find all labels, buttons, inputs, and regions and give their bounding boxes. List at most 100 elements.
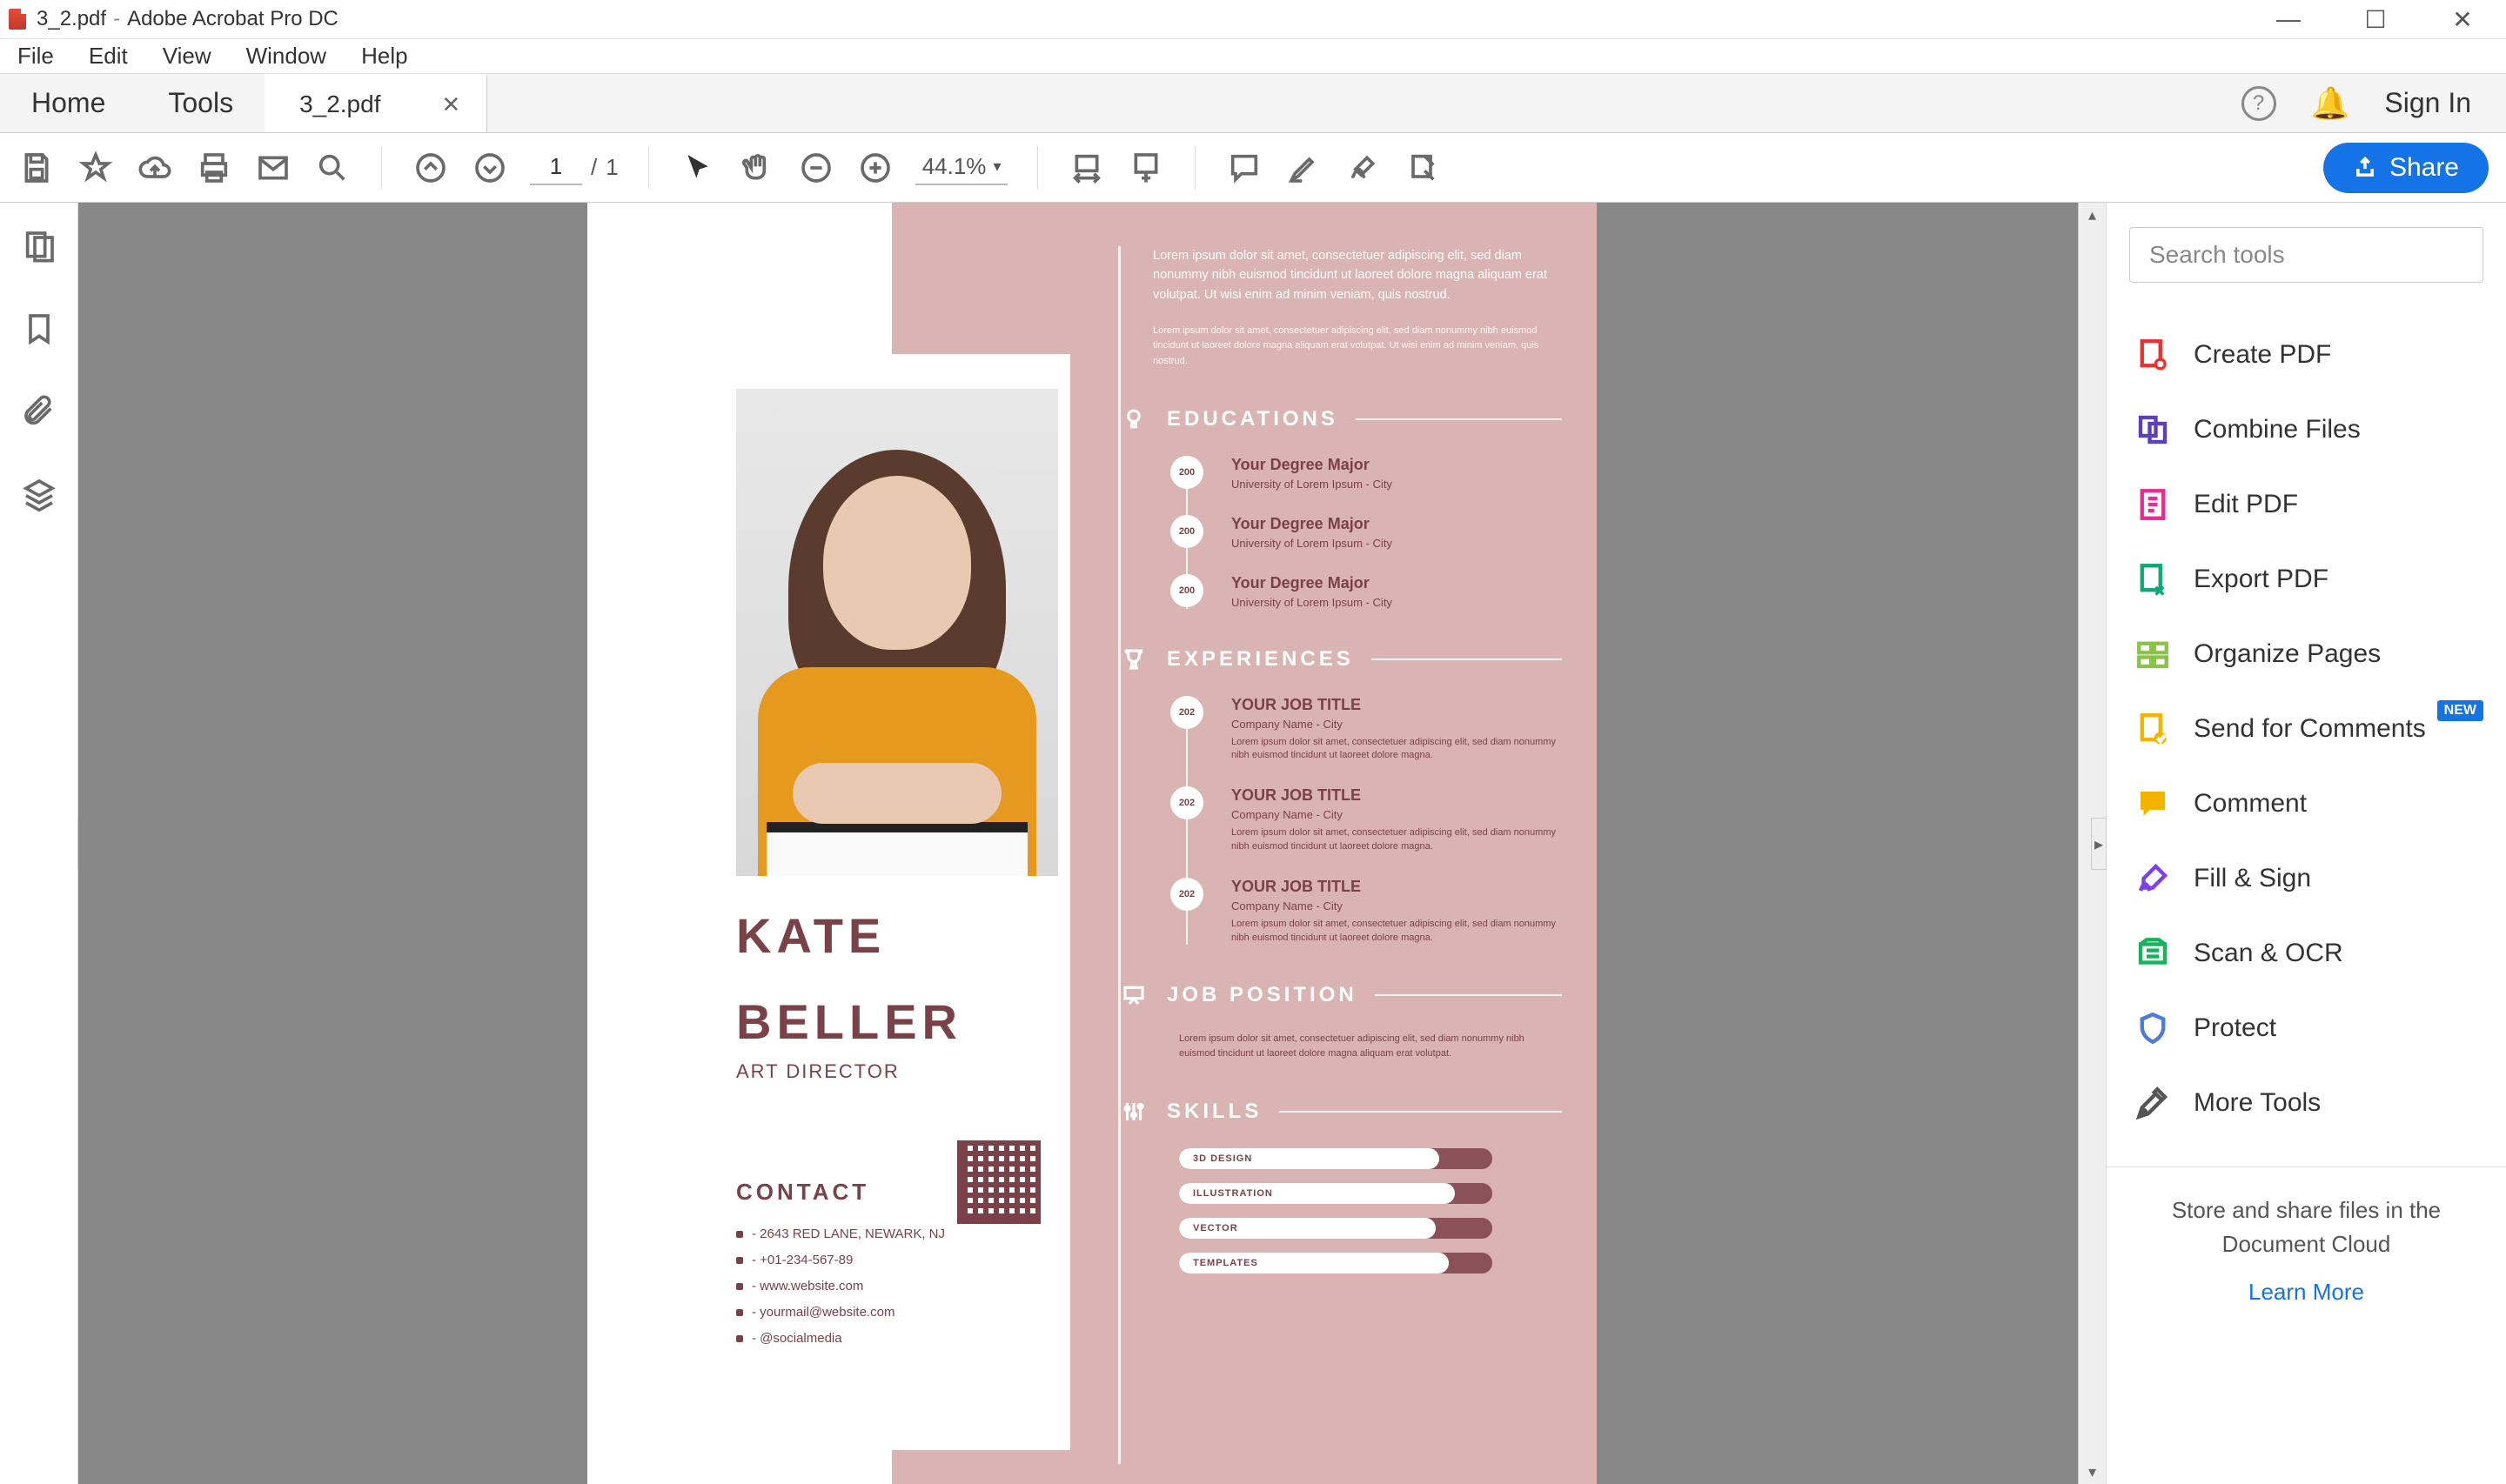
- thumbnails-icon[interactable]: [22, 229, 57, 268]
- maximize-button[interactable]: ☐: [2358, 2, 2393, 37]
- skill-row: ILLUSTRATION: [1179, 1183, 1562, 1204]
- year-dot: 202: [1170, 696, 1203, 729]
- sliders-icon: [1118, 1096, 1149, 1127]
- tool-item[interactable]: Organize Pages: [2129, 617, 2483, 692]
- tool-icon: [2134, 711, 2171, 747]
- degree-sub: University of Lorem Ipsum - City: [1231, 478, 1562, 491]
- save-icon[interactable]: [17, 149, 56, 187]
- new-badge: NEW: [2437, 700, 2483, 721]
- share-button[interactable]: Share: [2323, 143, 2489, 193]
- contact-email: - yourmail@website.com: [752, 1300, 895, 1326]
- scroll-up-arrow[interactable]: ▴: [2079, 203, 2106, 227]
- job-sub: Company Name - City: [1231, 808, 1562, 821]
- menu-view[interactable]: View: [157, 39, 217, 73]
- minimize-button[interactable]: —: [2271, 2, 2306, 37]
- menu-edit[interactable]: Edit: [84, 39, 133, 73]
- job-title: YOUR JOB TITLE: [1231, 786, 1562, 805]
- page-indicator: / 1: [530, 150, 619, 185]
- document-viewer[interactable]: KATE BELLER ART DIRECTOR CONTACT - 2643 …: [78, 203, 2106, 1484]
- experience-item: 202 YOUR JOB TITLE Company Name - City L…: [1170, 786, 1562, 853]
- sign-in-link[interactable]: Sign In: [2384, 87, 2471, 119]
- tool-item[interactable]: Edit PDF: [2129, 467, 2483, 542]
- menu-file[interactable]: File: [12, 39, 59, 73]
- zoom-value: 44.1%: [922, 153, 987, 180]
- right-collapse-handle[interactable]: ▸: [2091, 818, 2107, 870]
- page-total: 1: [606, 154, 618, 181]
- section-educations: EDUCATIONS: [1118, 404, 1562, 435]
- bookmarks-icon[interactable]: [22, 311, 57, 351]
- job-desc: Lorem ipsum dolor sit amet, consectetuer…: [1231, 736, 1562, 763]
- close-button[interactable]: ✕: [2445, 2, 2480, 37]
- zoom-in-icon[interactable]: [856, 149, 895, 187]
- window-appname: Adobe Acrobat Pro DC: [127, 7, 338, 31]
- comment-icon[interactable]: [1225, 149, 1263, 187]
- page-number-input[interactable]: [530, 150, 582, 185]
- toolbar: / 1 44.1% ▾ Share: [0, 133, 2506, 203]
- job-title: YOUR JOB TITLE: [1231, 696, 1562, 714]
- help-icon[interactable]: ?: [2241, 86, 2276, 121]
- tool-icon: [2134, 636, 2171, 672]
- resume-left-card: KATE BELLER ART DIRECTOR CONTACT - 2643 …: [705, 354, 1070, 1450]
- qr-code: [957, 1140, 1041, 1224]
- learn-more-link[interactable]: Learn More: [2129, 1279, 2483, 1306]
- tool-item[interactable]: Send for Comments NEW: [2129, 692, 2483, 766]
- cloud-message: Store and share files in the Document Cl…: [2129, 1193, 2483, 1261]
- attachments-icon[interactable]: [22, 394, 57, 433]
- intro-paragraph-2: Lorem ipsum dolor sit amet, consectetuer…: [1118, 324, 1562, 368]
- bulb-icon: [1118, 404, 1149, 435]
- education-timeline: 200 Your Degree Major University of Lore…: [1170, 456, 1562, 609]
- resume-name-first: KATE: [736, 911, 1039, 962]
- tool-item[interactable]: Export PDF: [2129, 542, 2483, 617]
- tool-item[interactable]: Create PDF: [2129, 318, 2483, 392]
- tab-home[interactable]: Home: [0, 74, 137, 132]
- tool-item[interactable]: Fill & Sign: [2129, 841, 2483, 916]
- zoom-level[interactable]: 44.1% ▾: [915, 150, 1008, 185]
- cloud-upload-icon[interactable]: [136, 149, 174, 187]
- scroll-down-arrow[interactable]: ▾: [2079, 1460, 2106, 1484]
- chevron-down-icon: ▾: [993, 157, 1001, 176]
- tool-item[interactable]: Comment: [2129, 766, 2483, 841]
- menu-help[interactable]: Help: [356, 39, 412, 73]
- select-tool-icon[interactable]: [679, 149, 717, 187]
- tool-item[interactable]: Protect: [2129, 991, 2483, 1066]
- resume-right-column: Lorem ipsum dolor sit amet, consectetuer…: [1118, 246, 1562, 1287]
- search-tools-input[interactable]: Search tools: [2129, 227, 2483, 283]
- tool-icon: [2134, 337, 2171, 373]
- menu-window[interactable]: Window: [241, 39, 332, 73]
- print-icon[interactable]: [195, 149, 233, 187]
- zoom-out-icon[interactable]: [797, 149, 835, 187]
- tool-item[interactable]: Scan & OCR: [2129, 916, 2483, 991]
- notifications-icon[interactable]: 🔔: [2311, 85, 2350, 122]
- tool-label: Create PDF: [2194, 340, 2331, 370]
- fit-width-icon[interactable]: [1068, 149, 1106, 187]
- tool-item[interactable]: Combine Files: [2129, 392, 2483, 467]
- page-up-icon[interactable]: [412, 149, 450, 187]
- star-icon[interactable]: [77, 149, 115, 187]
- highlight-icon[interactable]: [1284, 149, 1323, 187]
- sign-icon[interactable]: [1343, 149, 1382, 187]
- education-item: 200 Your Degree Major University of Lore…: [1170, 515, 1562, 550]
- tool-label: Scan & OCR: [2194, 939, 2343, 968]
- stamp-icon[interactable]: [1403, 149, 1441, 187]
- tool-label: Protect: [2194, 1013, 2276, 1043]
- tool-item[interactable]: More Tools: [2129, 1066, 2483, 1140]
- tab-close-icon[interactable]: ✕: [441, 91, 460, 118]
- experience-timeline: 202 YOUR JOB TITLE Company Name - City L…: [1170, 696, 1562, 945]
- experiences-title: EXPERIENCES: [1167, 647, 1354, 672]
- tab-row: Home Tools 3_2.pdf ✕ ? 🔔 Sign In: [0, 74, 2506, 133]
- tab-document[interactable]: 3_2.pdf ✕: [265, 74, 487, 132]
- skill-fill: 3D DESIGN: [1179, 1148, 1439, 1169]
- email-icon[interactable]: [254, 149, 292, 187]
- hand-tool-icon[interactable]: [738, 149, 776, 187]
- tab-tools[interactable]: Tools: [137, 74, 265, 132]
- education-item: 200 Your Degree Major University of Lore…: [1170, 574, 1562, 609]
- contact-social: - @socialmedia: [752, 1326, 842, 1352]
- titlebar: 3_2.pdf - Adobe Acrobat Pro DC — ☐ ✕: [0, 0, 2506, 39]
- pdf-page: KATE BELLER ART DIRECTOR CONTACT - 2643 …: [587, 203, 1597, 1484]
- layers-icon[interactable]: [22, 477, 57, 516]
- contact-address: - 2643 RED LANE, NEWARK, NJ: [752, 1221, 945, 1247]
- page-down-icon[interactable]: [471, 149, 509, 187]
- fit-page-icon[interactable]: [1127, 149, 1165, 187]
- search-placeholder: Search tools: [2149, 241, 2285, 269]
- search-icon[interactable]: [313, 149, 352, 187]
